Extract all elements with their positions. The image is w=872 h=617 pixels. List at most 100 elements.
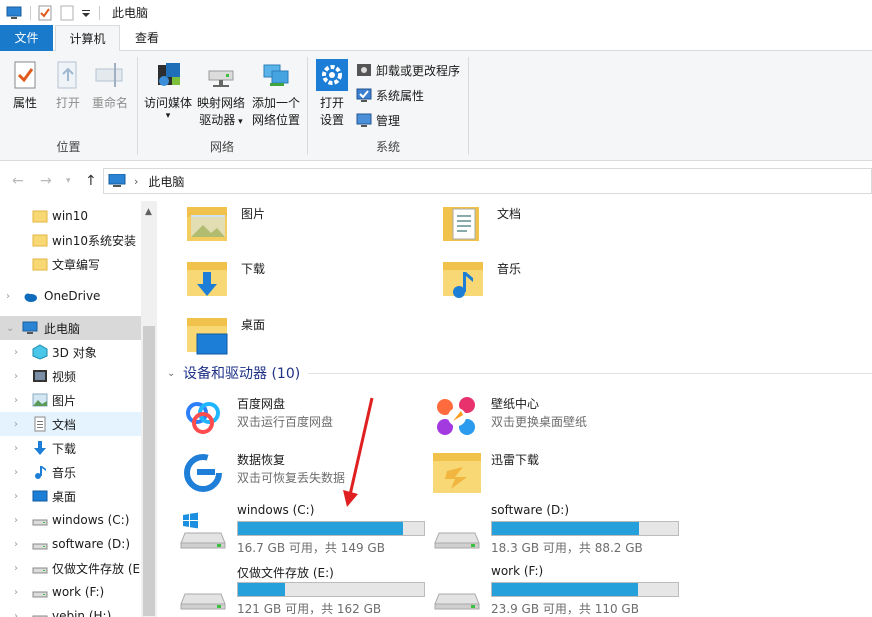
map-network-drive-button[interactable]: 映射网络 驱动器 ▾	[194, 55, 248, 131]
customize-toolbar-dropdown-icon[interactable]	[81, 5, 91, 21]
group-label-location: 位置	[56, 140, 81, 154]
sidebar-item[interactable]: › 视频	[0, 364, 141, 388]
sidebar-item[interactable]: › 文档	[0, 412, 141, 436]
sidebar-item[interactable]: › 下载	[0, 436, 141, 460]
sidebar-item[interactable]: › 图片	[0, 388, 141, 412]
chevron-right-icon[interactable]: ›	[14, 419, 18, 430]
chevron-right-icon[interactable]: ›	[14, 515, 18, 526]
sidebar-item[interactable]: › software (D:)	[0, 532, 141, 556]
devices-section-header[interactable]: ⌄ 设备和驱动器 (10)	[167, 363, 872, 383]
breadcrumb[interactable]: 此电脑	[148, 173, 184, 190]
app-tile-baidu-netdisk[interactable]: 百度网盘 双击运行百度网盘	[179, 393, 419, 443]
sidebar-item[interactable]: › 3D 对象	[0, 340, 141, 364]
drive-tile-f[interactable]: work (F:) 23.9 GB 可用，共 110 GB	[433, 562, 683, 617]
xunlei-folder-icon	[433, 449, 481, 497]
tab-computer[interactable]: 计算机	[55, 25, 120, 52]
chevron-down-icon[interactable]: ⌄	[6, 323, 14, 334]
folder-tile-music[interactable]: 音乐	[439, 258, 679, 308]
chevron-right-icon[interactable]: ›	[14, 539, 18, 550]
manage-button[interactable]: 管理	[356, 109, 400, 131]
system-properties-icon	[356, 87, 372, 103]
sidebar-item-label: work (F:)	[52, 585, 105, 599]
chevron-right-icon[interactable]: ›	[14, 491, 18, 502]
system-properties-label: 系统属性	[376, 88, 425, 103]
add-network-location-button[interactable]: 添加一个 网络位置	[248, 55, 304, 129]
sidebar-item[interactable]: › OneDrive	[0, 284, 141, 308]
sidebar-item[interactable]: 文章编写	[0, 252, 141, 276]
chevron-right-icon[interactable]: ›	[14, 467, 18, 478]
folder-tile-desktop[interactable]: 桌面	[183, 314, 423, 364]
drive-tile-d[interactable]: software (D:) 18.3 GB 可用，共 88.2 GB	[433, 501, 683, 557]
chevron-down-icon[interactable]: ⌄	[167, 368, 181, 379]
open-settings-button[interactable]: 打开 设置	[312, 55, 352, 129]
up-arrow-icon[interactable]: ↑	[85, 173, 97, 189]
sidebar-item[interactable]: win10	[0, 204, 141, 228]
folder-tile-documents[interactable]: 文档	[439, 203, 679, 253]
folder-tile-downloads[interactable]: 下载	[183, 258, 423, 308]
uninstall-programs-button[interactable]: 卸载或更改程序	[356, 59, 460, 81]
properties-icon[interactable]	[37, 5, 53, 21]
3d-objects-icon	[32, 344, 48, 360]
app-tile-wallpaper-center[interactable]: 壁纸中心 双击更换桌面壁纸	[433, 393, 673, 443]
app-description: 双击更换桌面壁纸	[491, 415, 588, 429]
rename-button[interactable]: 重命名	[88, 55, 132, 112]
open-button[interactable]: 打开	[48, 55, 88, 112]
app-description: 双击可恢复丢失数据	[237, 471, 346, 485]
new-folder-icon[interactable]	[59, 5, 75, 21]
chevron-right-icon[interactable]: ›	[14, 587, 18, 598]
address-bar[interactable]: › 此电脑	[103, 168, 872, 194]
scroll-up-arrow-icon[interactable]: ▲	[145, 207, 152, 217]
sidebar-item[interactable]: › 音乐	[0, 460, 141, 484]
navigation-pane[interactable]: win10 win10系统安装 文章编写 › OneDrive ⌄ 此电脑 › 3D 对象 › 视频…	[0, 201, 157, 617]
scrollbar-thumb[interactable]	[143, 326, 155, 616]
sidebar-item[interactable]: win10系统安装	[0, 228, 141, 252]
app-tile-data-recovery[interactable]: 数据恢复 双击可恢复丢失数据	[179, 449, 419, 499]
access-media-button[interactable]: 访问媒体 ▾	[142, 55, 194, 121]
sidebar-item-label: 视频	[52, 369, 77, 384]
sidebar-item-label: 此电脑	[44, 321, 81, 336]
computer-icon	[108, 173, 126, 188]
group-label-system: 系统	[375, 140, 400, 154]
chevron-right-icon[interactable]: ›	[6, 291, 10, 302]
sidebar-item[interactable]: › 仅做文件存放 (E	[0, 556, 141, 580]
drive-name: work (F:)	[491, 564, 544, 578]
media-icon	[152, 59, 184, 91]
sidebar-item-label: 下载	[52, 441, 77, 456]
chevron-right-icon[interactable]: ›	[14, 371, 18, 382]
properties-icon	[9, 59, 41, 91]
chevron-right-icon[interactable]: ›	[14, 395, 18, 406]
chevron-right-icon[interactable]: ›	[14, 563, 18, 574]
properties-button[interactable]: 属性	[4, 55, 46, 112]
sidebar-item-label: windows (C:)	[52, 513, 130, 527]
breadcrumb-chevron-icon[interactable]: ›	[134, 175, 138, 188]
chevron-right-icon[interactable]: ›	[14, 443, 18, 454]
windows-drive-icon	[179, 501, 227, 549]
drive-tile-c[interactable]: windows (C:) 16.7 GB 可用，共 149 GB	[179, 501, 429, 557]
sidebar-item[interactable]: › work (F:)	[0, 580, 141, 604]
ribbon-tabs: 文件 计算机 查看	[0, 25, 872, 52]
sidebar-item[interactable]: ⌄ 此电脑	[0, 316, 141, 340]
drive-free-space: 16.7 GB 可用，共 149 GB	[237, 541, 385, 555]
chevron-right-icon[interactable]: ›	[14, 347, 18, 358]
tab-file[interactable]: 文件	[0, 25, 53, 51]
tab-view[interactable]: 查看	[122, 25, 172, 51]
scrollbar[interactable]: ▲	[141, 201, 157, 617]
system-properties-button[interactable]: 系统属性	[356, 84, 424, 106]
ribbon-group-system: 打开 设置 卸载或更改程序 系统属性 管理 系统	[308, 51, 468, 161]
chevron-right-icon[interactable]: ›	[14, 611, 18, 617]
map-drive-label-1: 映射网络	[196, 96, 245, 110]
baidu-netdisk-icon	[179, 393, 227, 441]
app-tile-xunlei[interactable]: 迅雷下载	[433, 449, 673, 499]
sidebar-item[interactable]: › 桌面	[0, 484, 141, 508]
folder-tile-pictures[interactable]: 图片	[183, 203, 423, 253]
divider	[99, 5, 100, 20]
sidebar-item-label: 文章编写	[52, 257, 101, 272]
drive-tile-e[interactable]: 仅做文件存放 (E:) 121 GB 可用，共 162 GB	[179, 562, 429, 617]
drive-icon	[32, 512, 48, 528]
sidebar-item[interactable]: › vebin (H:)	[0, 604, 141, 617]
back-arrow-icon[interactable]: ←	[12, 173, 24, 189]
recent-locations-chevron-icon[interactable]: ▾	[66, 176, 71, 186]
forward-arrow-icon[interactable]: →	[40, 173, 52, 189]
desktop-folder-icon	[183, 314, 231, 362]
sidebar-item[interactable]: › windows (C:)	[0, 508, 141, 532]
